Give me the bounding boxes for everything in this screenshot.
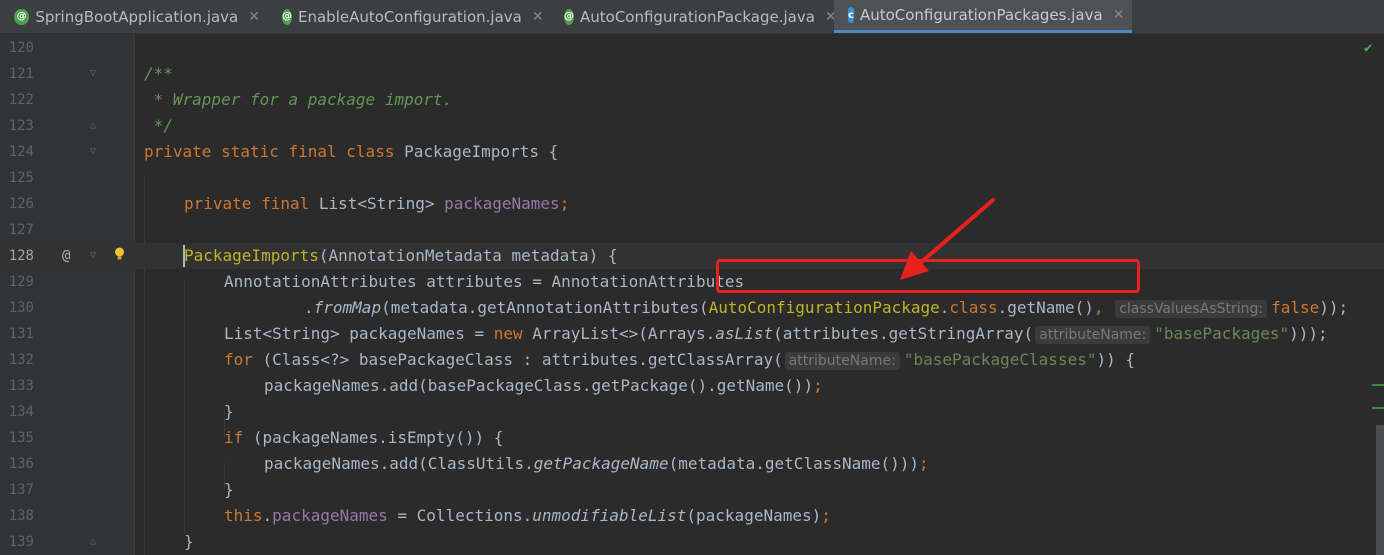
change-marker[interactable] [1372,384,1384,386]
vertical-scrollbar[interactable] [1376,425,1384,555]
change-marker[interactable] [1372,407,1384,409]
inspection-ok-icon[interactable]: ✔ [1364,40,1372,56]
annotation-arrow-icon [900,198,995,280]
